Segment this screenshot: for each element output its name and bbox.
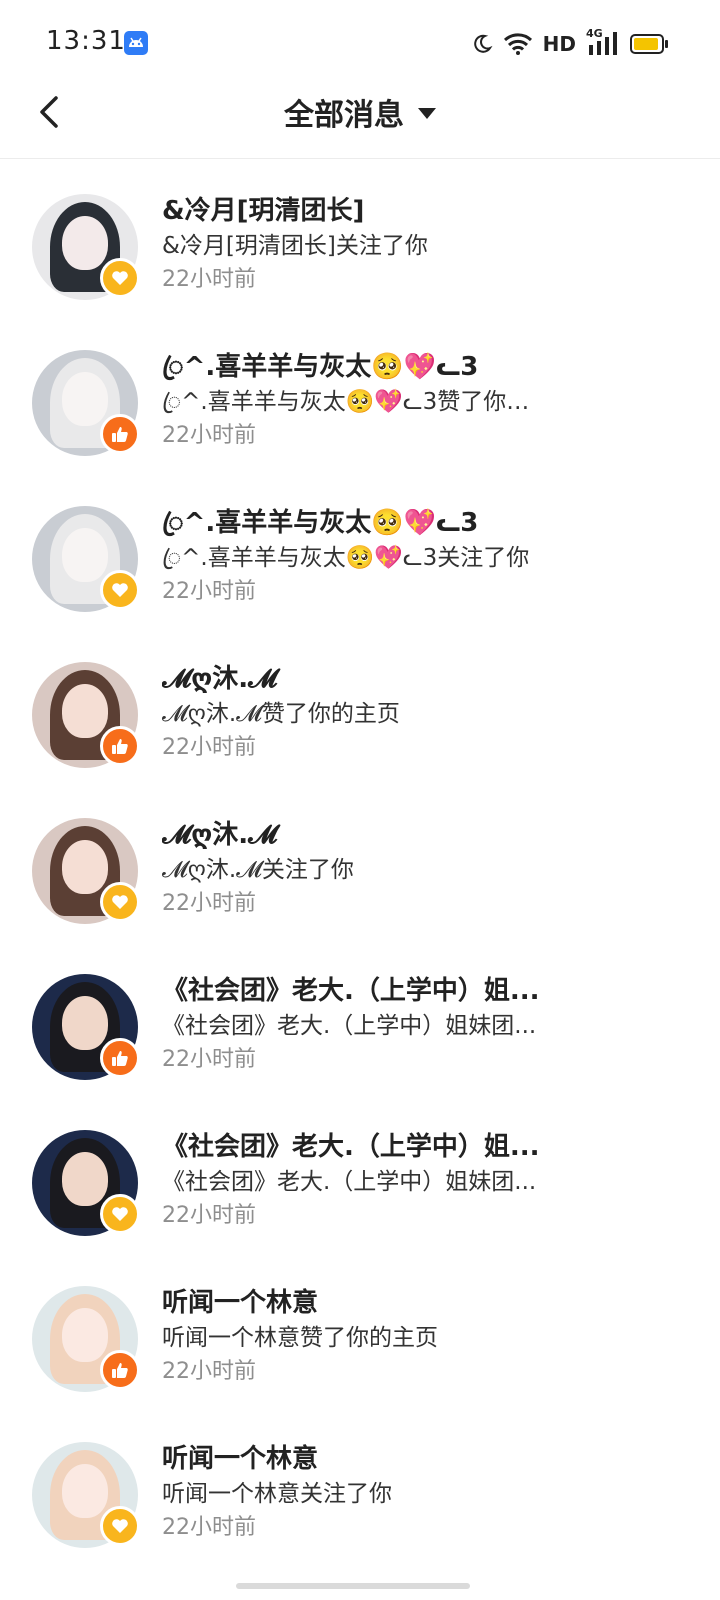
thumbs-up-icon — [100, 414, 140, 454]
avatar-wrap[interactable] — [32, 662, 140, 768]
message-text: 𝓜ღ沐.𝓜 𝓜ღ沐.𝓜赞了你的主页 22小时前 — [162, 661, 562, 765]
message-item[interactable]: 《社会团》老大.（上学中）姐... 《社会团》老大.（上学中）姐妹团... 22小时… — [0, 939, 720, 1095]
message-item[interactable]: ꦿ^.喜羊羊与灰太🥺💖ᓚ3ꦿ^.喜羊羊与灰太🥺💖ᓚ3关注了你 22小时前 — [0, 471, 720, 627]
message-list: &冷月[玥清团长] &冷月[玥清团长]关注了你 22小时前ꦿ^.喜羊羊与灰太🥺💖ᓚ3… — [0, 159, 720, 1563]
message-time: 22小时前 — [162, 579, 256, 604]
status-icons: HD 4G — [471, 27, 668, 60]
avatar-wrap[interactable] — [32, 1442, 140, 1548]
message-time: 22小时前 — [162, 423, 256, 448]
page-title: 全部消息 — [284, 98, 404, 133]
battery-icon — [630, 34, 668, 54]
heart-icon — [100, 258, 140, 298]
message-time: 22小时前 — [162, 1203, 256, 1228]
message-item[interactable]: ꦿ^.喜羊羊与灰太🥺💖ᓚ3ꦿ^.喜羊羊与灰太🥺💖ᓚ3赞了你的... 22小时前 — [0, 315, 720, 471]
message-item[interactable]: 𝓜ღ沐.𝓜 𝓜ღ沐.𝓜赞了你的主页 22小时前 — [0, 627, 720, 783]
message-time: 22小时前 — [162, 1359, 256, 1384]
message-sender-name[interactable]: 听闻一个林意 — [162, 1285, 562, 1321]
message-description: 《社会团》老大.（上学中）姐妹团... — [162, 1169, 537, 1195]
heart-icon — [100, 570, 140, 610]
signal-icon: 4G — [586, 27, 620, 57]
wifi-icon — [503, 33, 532, 55]
heart-icon — [100, 1194, 140, 1234]
status-time: 13:31 — [46, 26, 126, 56]
message-time: 22小时前 — [162, 735, 256, 760]
message-sender-name[interactable]: 𝓜ღ沐.𝓜 — [162, 661, 562, 697]
status-bar: 13:31 HD 4G — [0, 0, 720, 88]
thumbs-up-icon — [100, 1038, 140, 1078]
avatar-wrap[interactable] — [32, 818, 140, 924]
message-time: 22小时前 — [162, 1515, 256, 1540]
message-time: 22小时前 — [162, 891, 256, 916]
message-description: ꦿ^.喜羊羊与灰太🥺💖ᓚ3赞了你的... — [162, 389, 542, 415]
thumbs-up-icon — [100, 1350, 140, 1390]
avatar-wrap[interactable] — [32, 506, 140, 612]
heart-icon — [100, 1506, 140, 1546]
message-item[interactable]: 《社会团》老大.（上学中）姐... 《社会团》老大.（上学中）姐妹团... 22小时… — [0, 1095, 720, 1251]
home-indicator[interactable] — [236, 1583, 470, 1589]
message-description: 𝓜ღ沐.𝓜关注了你 — [162, 857, 354, 883]
avatar-wrap[interactable] — [32, 1130, 140, 1236]
message-description: 𝓜ღ沐.𝓜赞了你的主页 — [162, 701, 400, 727]
message-description: ꦿ^.喜羊羊与灰太🥺💖ᓚ3关注了你 — [162, 545, 530, 571]
message-sender-name[interactable]: 𝓜ღ沐.𝓜 — [162, 817, 562, 853]
message-text: 《社会团》老大.（上学中）姐... 《社会团》老大.（上学中）姐妹团... 22小时… — [162, 1129, 562, 1233]
message-item[interactable]: 听闻一个林意听闻一个林意赞了你的主页 22小时前 — [0, 1251, 720, 1407]
message-sender-name[interactable]: ꦿ^.喜羊羊与灰太🥺💖ᓚ3 — [162, 349, 562, 385]
message-text: 听闻一个林意听闻一个林意关注了你 22小时前 — [162, 1441, 562, 1545]
heart-icon — [100, 882, 140, 922]
caret-down-icon — [418, 108, 436, 119]
message-item[interactable]: 𝓜ღ沐.𝓜 𝓜ღ沐.𝓜关注了你 22小时前 — [0, 783, 720, 939]
message-sender-name[interactable]: ꦿ^.喜羊羊与灰太🥺💖ᓚ3 — [162, 505, 562, 541]
android-app-icon — [124, 31, 148, 55]
message-sender-name[interactable]: &冷月[玥清团长] — [162, 193, 562, 229]
message-description: &冷月[玥清团长]关注了你 — [162, 233, 428, 259]
message-sender-name[interactable]: 《社会团》老大.（上学中）姐... — [162, 1129, 562, 1165]
message-description: 听闻一个林意赞了你的主页 — [162, 1325, 438, 1351]
thumbs-up-icon — [100, 726, 140, 766]
avatar-wrap[interactable] — [32, 974, 140, 1080]
message-text: 𝓜ღ沐.𝓜 𝓜ღ沐.𝓜关注了你 22小时前 — [162, 817, 562, 921]
message-text: 听闻一个林意听闻一个林意赞了你的主页 22小时前 — [162, 1285, 562, 1389]
message-sender-name[interactable]: 《社会团》老大.（上学中）姐... — [162, 973, 562, 1009]
network-label: HD — [542, 32, 576, 56]
message-sender-name[interactable]: 听闻一个林意 — [162, 1441, 562, 1477]
message-description: 听闻一个林意关注了你 — [162, 1481, 392, 1507]
message-time: 22小时前 — [162, 1047, 256, 1072]
message-time: 22小时前 — [162, 267, 256, 292]
message-item[interactable]: &冷月[玥清团长] &冷月[玥清团长]关注了你 22小时前 — [0, 159, 720, 315]
message-text: ꦿ^.喜羊羊与灰太🥺💖ᓚ3ꦿ^.喜羊羊与灰太🥺💖ᓚ3赞了你的... 22小时前 — [162, 349, 562, 453]
message-text: ꦿ^.喜羊羊与灰太🥺💖ᓚ3ꦿ^.喜羊羊与灰太🥺💖ᓚ3关注了你 22小时前 — [162, 505, 562, 609]
message-text: 《社会团》老大.（上学中）姐... 《社会团》老大.（上学中）姐妹团... 22小时… — [162, 973, 562, 1077]
header: 全部消息 — [0, 88, 720, 159]
moon-icon — [473, 34, 493, 53]
message-item[interactable]: 听闻一个林意听闻一个林意关注了你 22小时前 — [0, 1407, 720, 1563]
message-description: 《社会团》老大.（上学中）姐妹团... — [162, 1013, 537, 1039]
avatar-wrap[interactable] — [32, 1286, 140, 1392]
avatar-wrap[interactable] — [32, 194, 140, 300]
message-text: &冷月[玥清团长] &冷月[玥清团长]关注了你 22小时前 — [162, 193, 562, 297]
avatar-wrap[interactable] — [32, 350, 140, 456]
title-dropdown[interactable]: 全部消息 — [0, 90, 720, 134]
